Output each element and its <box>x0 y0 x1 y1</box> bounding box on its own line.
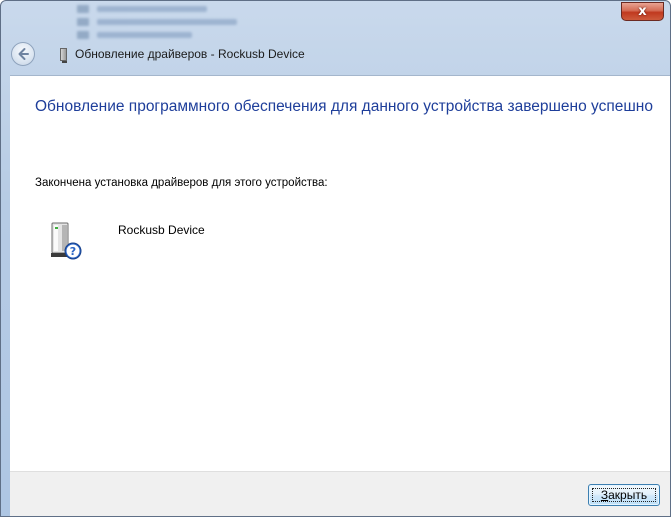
unknown-device-icon: ? <box>51 222 82 260</box>
window-title: Обновление драйверов - Rockusb Device <box>75 47 305 61</box>
background-window-ghost <box>77 3 297 39</box>
success-heading: Обновление программного обеспечения для … <box>35 98 653 115</box>
close-dialog-button[interactable]: Закрыть <box>588 484 660 506</box>
install-complete-text: Закончена установка драйверов для этого … <box>35 177 328 189</box>
device-name: Rockusb Device <box>118 223 205 237</box>
close-button-mnemonic: З <box>600 488 609 502</box>
back-button[interactable] <box>11 42 35 66</box>
device-icon <box>60 48 67 63</box>
close-button-label: акрыть <box>608 488 648 502</box>
close-icon: x <box>638 4 647 19</box>
window-close-button[interactable]: x <box>621 2 664 21</box>
footer-bar: Закрыть <box>10 471 670 516</box>
back-arrow-icon <box>18 48 29 60</box>
svg-text:?: ? <box>70 245 76 258</box>
content-panel: Обновление программного обеспечения для … <box>10 75 670 472</box>
title-bar: Обновление драйверов - Rockusb Device <box>1 33 670 75</box>
driver-update-window: x Обновление драйверов - Rockusb Device … <box>0 0 671 517</box>
